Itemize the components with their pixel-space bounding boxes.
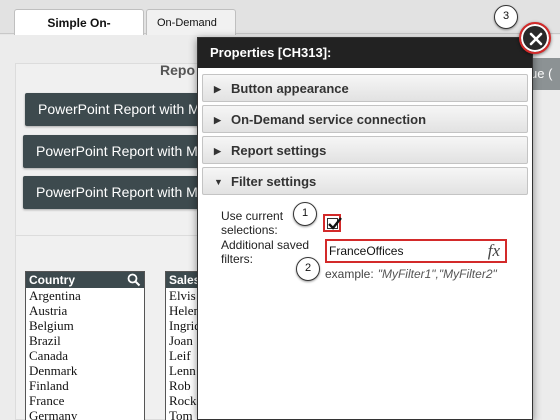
additional-filters-highlight: fx [325, 239, 507, 263]
list-item[interactable]: France [26, 393, 144, 408]
dialog-body: ▶ Button appearance ▶ On-Demand service … [198, 68, 532, 419]
tab-bar: Simple On-Demand On-Demand [0, 0, 560, 56]
list-item[interactable]: Austria [26, 303, 144, 318]
section-filter-settings[interactable]: ▼ Filter settings [202, 167, 528, 195]
chevron-down-icon: ▼ [214, 177, 223, 187]
section-report-settings[interactable]: ▶ Report settings [202, 136, 528, 164]
callout-3: 3 [494, 5, 518, 29]
example-label: example: [325, 267, 374, 281]
panel-title: Repo [160, 62, 195, 78]
powerpoint-report-button[interactable]: PowerPoint Report with My Selections [23, 135, 223, 168]
example-value: "MyFilter1","MyFilter2" [377, 267, 497, 281]
powerpoint-report-button[interactable]: PowerPoint Report with My Selections [23, 176, 223, 209]
section-label: Button appearance [231, 81, 349, 96]
close-button[interactable] [519, 22, 551, 54]
list-item[interactable]: Belgium [26, 318, 144, 333]
tab-label: On-Demand [157, 17, 217, 29]
section-on-demand-service-connection[interactable]: ▶ On-Demand service connection [202, 105, 528, 133]
callout-1: 1 [293, 202, 317, 226]
dialog-title: Properties [CH313]: [198, 38, 532, 68]
list-item[interactable]: Canada [26, 348, 144, 363]
country-listbox[interactable]: Country Argentina Austria Belgium Brazil… [25, 271, 145, 420]
section-button-appearance[interactable]: ▶ Button appearance [202, 74, 528, 102]
section-label: Filter settings [231, 174, 317, 189]
use-current-selections-checkbox[interactable] [327, 217, 342, 230]
listbox-header-label: Sales [169, 273, 201, 287]
listbox-header-label: Country [29, 273, 75, 287]
powerpoint-report-button[interactable]: PowerPoint Report with My Selections [25, 93, 225, 126]
list-item[interactable]: Germany [26, 408, 144, 420]
use-current-selections-highlight [323, 214, 342, 232]
section-label: Report settings [231, 143, 327, 158]
list-item[interactable]: Denmark [26, 363, 144, 378]
chevron-right-icon: ▶ [214, 146, 221, 156]
example-hint: example: "MyFilter1","MyFilter2" [325, 267, 497, 281]
section-label: On-Demand service connection [231, 112, 427, 127]
function-fx-icon[interactable]: fx [488, 241, 500, 261]
callout-2: 2 [296, 257, 320, 281]
properties-dialog: Properties [CH313]: ▶ Button appearance … [197, 37, 533, 420]
tab-simple-on-demand[interactable]: Simple On-Demand [14, 9, 144, 56]
checkmark-icon [328, 217, 342, 230]
chevron-right-icon: ▶ [214, 115, 221, 125]
list-item[interactable]: Finland [26, 378, 144, 393]
search-icon[interactable] [127, 273, 141, 287]
list-item[interactable]: Argentina [26, 288, 144, 303]
tab-on-demand[interactable]: On-Demand [146, 9, 236, 52]
list-item[interactable]: Brazil [26, 333, 144, 348]
chevron-right-icon: ▶ [214, 84, 221, 94]
listbox-header: Country [26, 272, 144, 288]
additional-filters-input[interactable] [329, 242, 479, 260]
close-icon [529, 32, 543, 46]
